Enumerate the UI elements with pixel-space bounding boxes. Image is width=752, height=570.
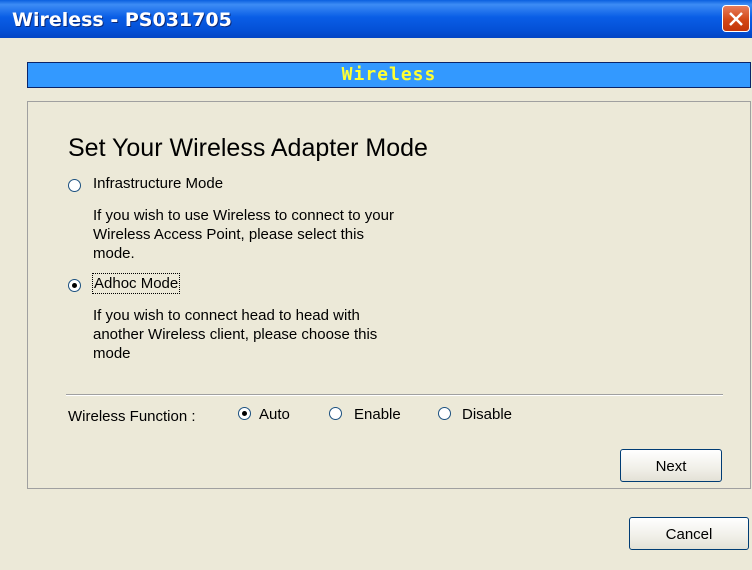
separator bbox=[66, 394, 723, 396]
description-line: mode. bbox=[93, 245, 135, 262]
function-auto-label[interactable]: Auto bbox=[259, 406, 290, 423]
adhoc-mode-description: If you wish to connect head to head with… bbox=[93, 306, 377, 363]
infrastructure-mode-label[interactable]: Infrastructure Mode bbox=[93, 175, 223, 192]
infrastructure-mode-radio[interactable] bbox=[68, 179, 81, 192]
infrastructure-mode-description: If you wish to use Wireless to connect t… bbox=[93, 206, 394, 263]
close-icon bbox=[729, 12, 743, 26]
adhoc-mode-radio[interactable] bbox=[68, 279, 81, 292]
description-line: If you wish to connect head to head with bbox=[93, 307, 360, 324]
adhoc-mode-label[interactable]: Adhoc Mode bbox=[91, 273, 181, 294]
section-banner: Wireless bbox=[27, 62, 751, 88]
title-bar[interactable]: Wireless - PS031705 bbox=[0, 0, 752, 38]
function-disable-radio[interactable] bbox=[438, 407, 451, 420]
close-button[interactable] bbox=[722, 5, 750, 32]
description-line: mode bbox=[93, 345, 131, 362]
page-heading: Set Your Wireless Adapter Mode bbox=[68, 134, 428, 162]
function-enable-radio[interactable] bbox=[329, 407, 342, 420]
next-button[interactable]: Next bbox=[620, 449, 722, 482]
window-title: Wireless - PS031705 bbox=[12, 9, 232, 31]
wireless-function-label: Wireless Function : bbox=[68, 408, 196, 425]
function-enable-label[interactable]: Enable bbox=[354, 406, 401, 423]
description-line: Wireless Access Point, please select thi… bbox=[93, 226, 364, 243]
function-disable-label[interactable]: Disable bbox=[462, 406, 512, 423]
description-line: If you wish to use Wireless to connect t… bbox=[93, 207, 394, 224]
function-auto-radio[interactable] bbox=[238, 407, 251, 420]
wizard-window: Wireless - PS031705 Wireless Set Your Wi… bbox=[0, 0, 752, 570]
description-line: another Wireless client, please choose t… bbox=[93, 326, 378, 343]
cancel-button[interactable]: Cancel bbox=[629, 517, 749, 550]
banner-title: Wireless bbox=[341, 64, 437, 85]
